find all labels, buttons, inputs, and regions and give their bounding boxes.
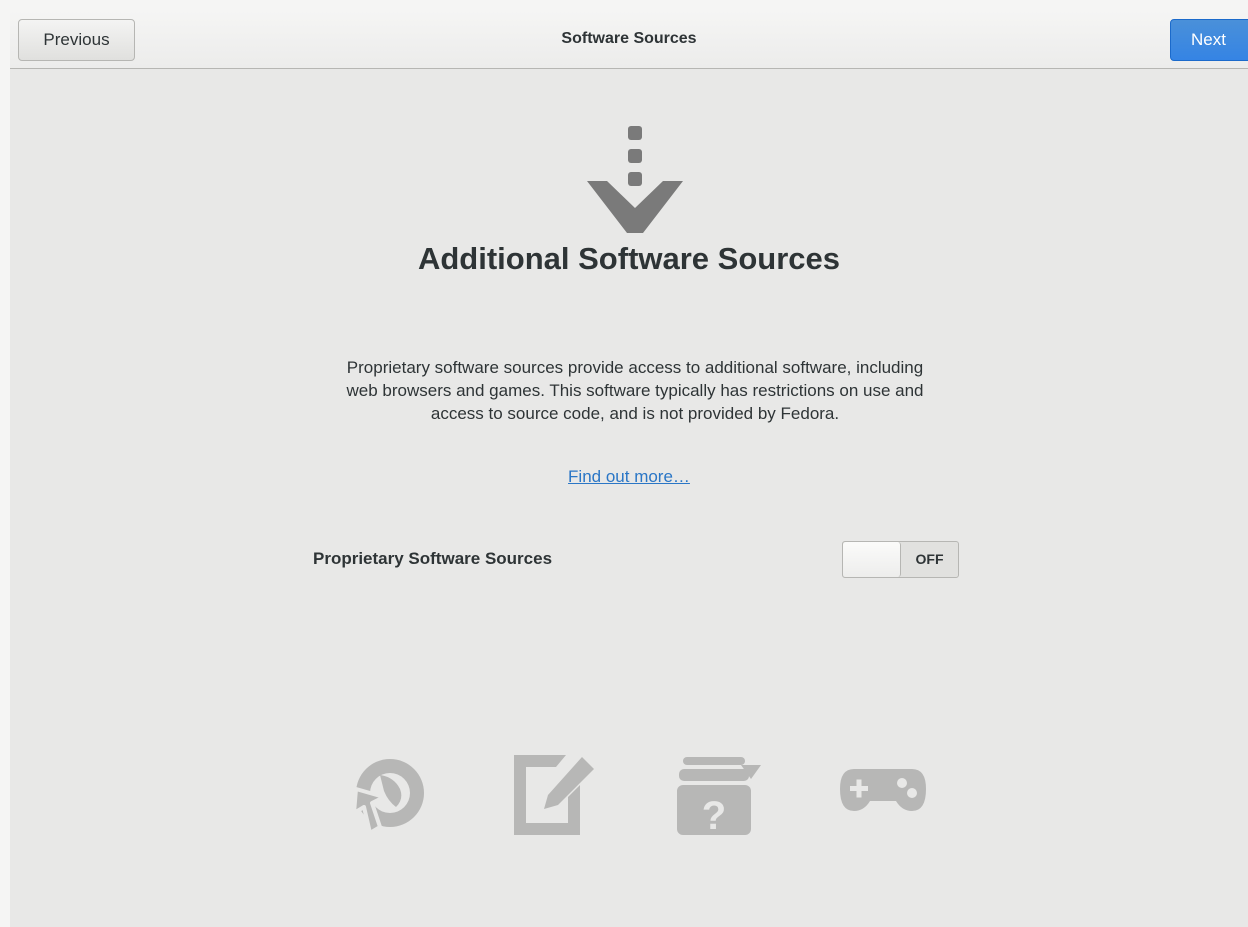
toggle-label: Proprietary Software Sources <box>313 549 553 568</box>
header-title: Software Sources <box>561 30 697 47</box>
header-bar: Previous Software Sources Next <box>10 11 1248 69</box>
download-arrow-icon <box>587 126 683 233</box>
gamepad-icon <box>840 769 926 811</box>
description-text: Proprietary software sources provide acc… <box>346 358 924 423</box>
web-browser-icon <box>352 759 424 835</box>
next-button[interactable]: Next <box>1170 19 1248 61</box>
find-out-more-link[interactable]: Find out more… <box>10 467 1248 487</box>
text-editor-icon <box>514 755 594 835</box>
switch-state-text: OFF <box>915 551 944 567</box>
page-title: Additional Software Sources <box>417 241 840 276</box>
svg-text:?: ? <box>702 794 726 837</box>
initial-setup-window: Previous Software Sources Next Additiona… <box>10 11 1248 927</box>
proprietary-sources-switch[interactable]: OFF <box>842 541 959 578</box>
switch-knob[interactable] <box>843 542 901 577</box>
help-package-icon: ? <box>677 757 761 837</box>
